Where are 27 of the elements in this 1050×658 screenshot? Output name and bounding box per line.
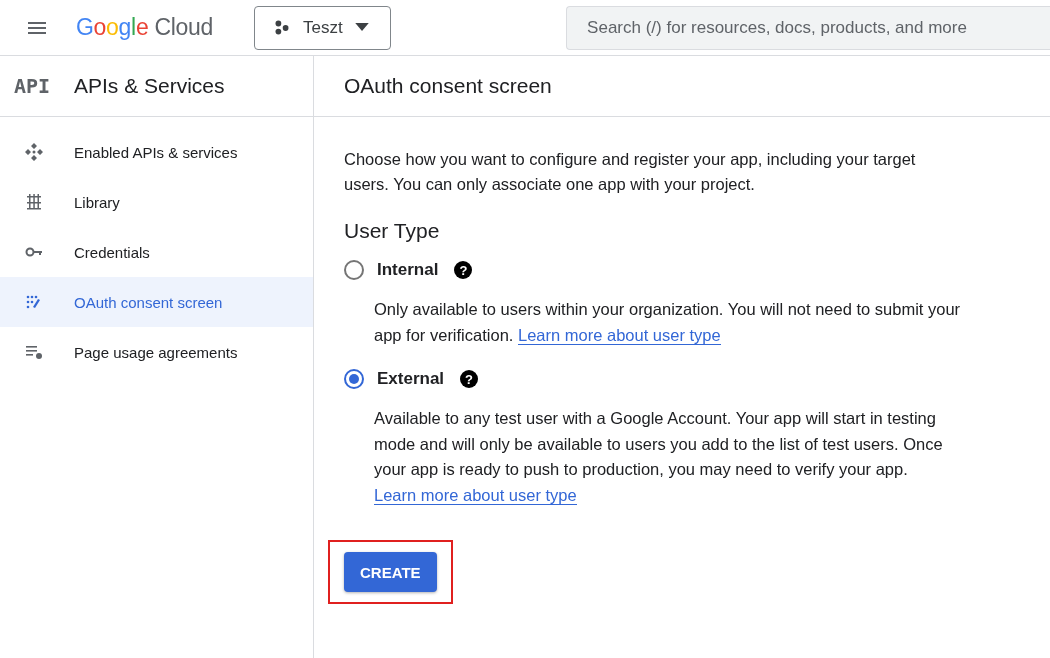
sidebar-item[interactable]: Credentials <box>0 227 313 277</box>
logo[interactable]: Google Cloud <box>76 14 214 41</box>
sidebar-item[interactable]: Page usage agreements <box>0 327 313 377</box>
api-label: API <box>14 74 52 98</box>
learn-more-link[interactable]: Learn more about user type <box>374 485 577 505</box>
sidebar-item[interactable]: Enabled APIs & services <box>0 127 313 177</box>
learn-more-link[interactable]: Learn more about user type <box>518 325 721 345</box>
sidebar-item[interactable]: Library <box>0 177 313 227</box>
page-title: OAuth consent screen <box>344 74 552 98</box>
grid-icon <box>24 192 44 212</box>
option-description: Only available to users within your organization. You will not need to submit your app for verification. Learn more about user type <box>374 299 962 347</box>
option-description: Available to any test user with a Google Account. Your app will start in testing mode and will only be available to users you add to the list of test users. Once your app is ready to push to production, you may need to verify your app. Learn more about user type <box>374 408 944 507</box>
sidebar-item[interactable]: OAuth consent screen <box>0 277 313 327</box>
search-field[interactable]: Search (/) for resources, docs, products, and more <box>566 5 1050 50</box>
intro-text: Choose how you want to configure and register your app, including your target users. You can only associate one app with your project. <box>344 149 917 195</box>
radio-button[interactable] <box>344 369 364 389</box>
option-label: External <box>377 369 445 389</box>
section-title: User Type <box>344 219 441 243</box>
sidebar-title: APIs & Services <box>74 74 225 98</box>
help-icon[interactable]: ? <box>460 370 479 388</box>
help-icon[interactable]: ? <box>454 261 473 279</box>
caret-icon <box>354 23 369 32</box>
project-picker[interactable]: Teszt <box>254 5 392 50</box>
option-label: Internal <box>377 260 439 280</box>
create-button[interactable]: CREATE <box>344 552 437 592</box>
radio-button[interactable] <box>344 260 364 280</box>
diamond-dots-icon <box>24 142 44 162</box>
